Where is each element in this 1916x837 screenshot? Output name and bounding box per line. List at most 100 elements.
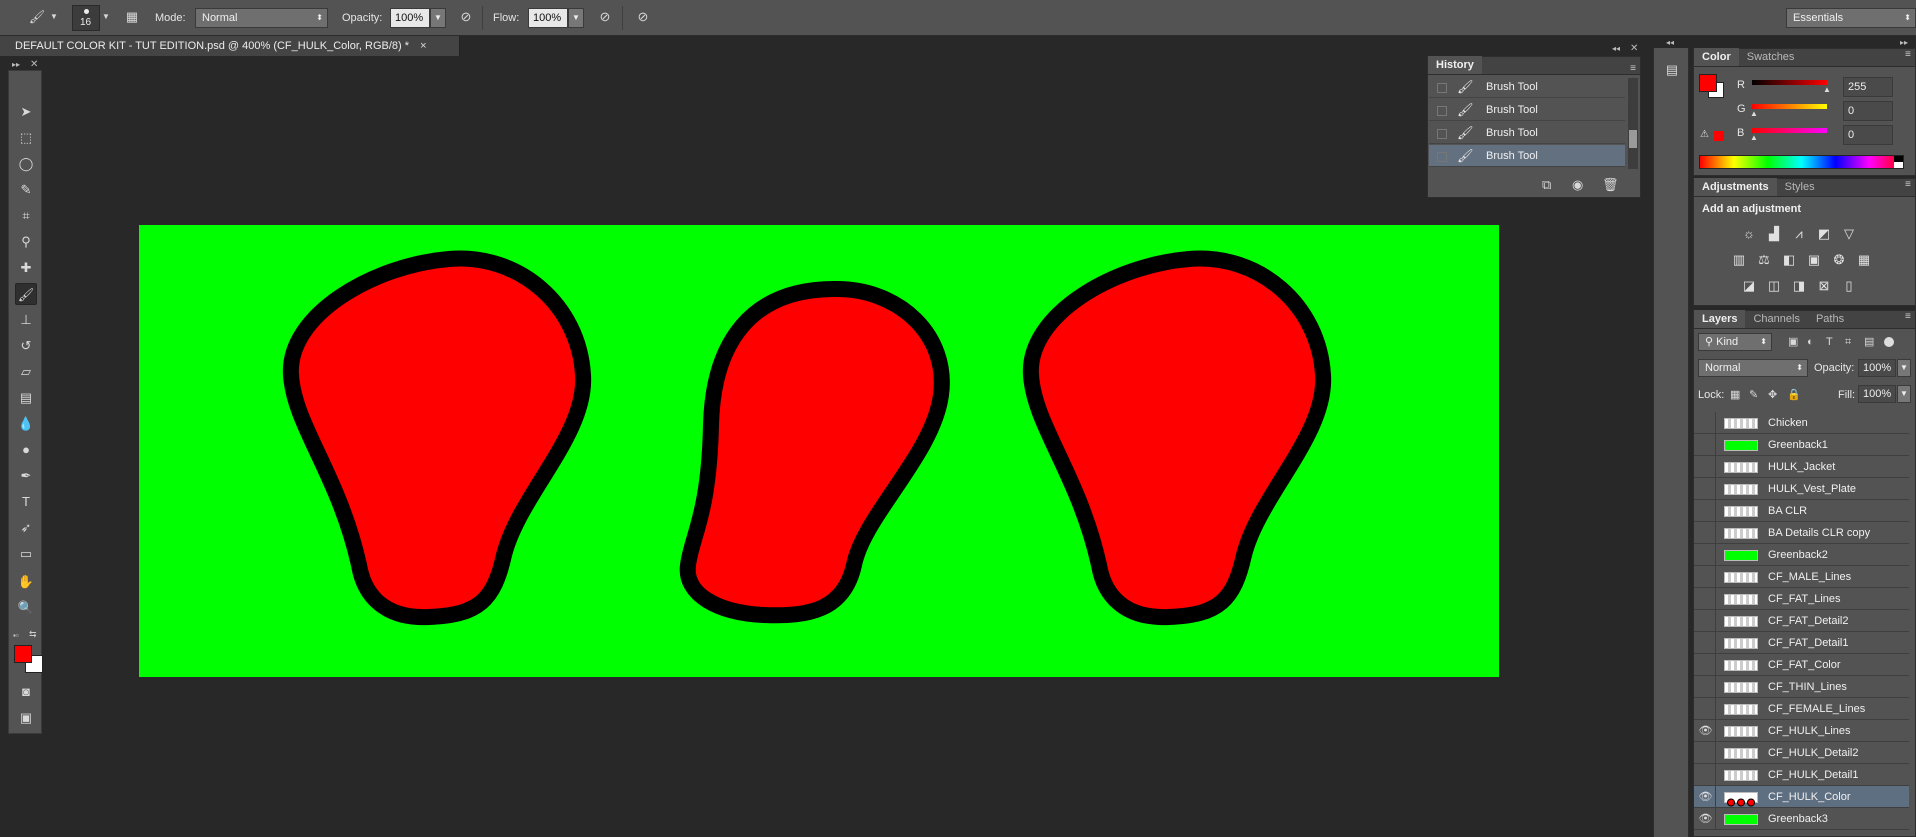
history-collapse-icon[interactable]: ◂◂ bbox=[1612, 44, 1620, 53]
black-white-swatch[interactable] bbox=[1894, 156, 1903, 168]
layer-row[interactable]: CF_HULK_Detail2 bbox=[1694, 742, 1909, 764]
r-value-input[interactable]: 255 bbox=[1843, 77, 1893, 97]
history-close-icon[interactable]: ✕ bbox=[1630, 43, 1638, 54]
filter-kind-select[interactable]: ⚲ Kind ⬍ bbox=[1698, 333, 1772, 351]
panel-menu-icon[interactable]: ≡ bbox=[1905, 49, 1911, 60]
toolbar-close-icon[interactable]: ✕ bbox=[30, 59, 38, 70]
photo-filter-icon[interactable]: ▣ bbox=[1805, 252, 1823, 268]
tab-layers[interactable]: Layers bbox=[1694, 310, 1746, 328]
layer-row-current[interactable]: 👁 CF_HULK_Color bbox=[1694, 786, 1909, 808]
layer-row[interactable]: CF_FEMALE_Lines bbox=[1694, 698, 1909, 720]
levels-icon[interactable]: ▟ bbox=[1765, 226, 1783, 242]
color-lookup-icon[interactable]: ▦ bbox=[1855, 252, 1873, 268]
history-scrollbar[interactable] bbox=[1628, 78, 1638, 169]
layer-row[interactable]: BA Details CLR copy bbox=[1694, 522, 1909, 544]
workspace-select[interactable]: Essentials ⬍ bbox=[1786, 8, 1916, 28]
swap-colors-icon[interactable]: ⇆ bbox=[29, 629, 37, 640]
clone-stamp-tool-icon[interactable]: ⊥ bbox=[15, 309, 37, 331]
visibility-eye-icon[interactable] bbox=[1696, 610, 1716, 631]
layer-row[interactable]: BA CLR bbox=[1694, 500, 1909, 522]
pen-tool-icon[interactable]: ✒ bbox=[15, 465, 37, 487]
screen-mode-icon[interactable]: ▣ bbox=[15, 707, 37, 729]
visibility-eye-icon[interactable] bbox=[1696, 544, 1716, 565]
scrollbar-thumb[interactable] bbox=[1629, 130, 1637, 148]
tab-styles[interactable]: Styles bbox=[1777, 178, 1823, 196]
layer-row[interactable]: CF_THIN_Lines bbox=[1694, 676, 1909, 698]
flow-dropdown-icon[interactable]: ▼ bbox=[568, 8, 584, 28]
camera-icon[interactable]: ◉ bbox=[1572, 177, 1583, 193]
pixel-filter-icon[interactable]: ▣ bbox=[1788, 334, 1798, 350]
type-tool-icon[interactable]: T bbox=[15, 491, 37, 513]
eraser-tool-icon[interactable]: ▱ bbox=[15, 361, 37, 383]
visibility-eye-icon[interactable] bbox=[1696, 676, 1716, 697]
document-tab[interactable]: DEFAULT COLOR KIT - TUT EDITION.psd @ 40… bbox=[0, 36, 460, 56]
invert-icon[interactable]: ◪ bbox=[1740, 278, 1758, 294]
zoom-tool-icon[interactable]: 🔍 bbox=[15, 597, 37, 619]
visibility-eye-icon[interactable]: 👁 bbox=[1696, 786, 1716, 807]
visibility-eye-icon[interactable] bbox=[1696, 654, 1716, 675]
type-filter-icon[interactable]: T bbox=[1826, 334, 1833, 350]
panel-menu-icon[interactable]: ≡ bbox=[1905, 311, 1911, 322]
visibility-eye-icon[interactable] bbox=[1696, 434, 1716, 455]
gradient-map-icon[interactable]: ⊠ bbox=[1815, 278, 1833, 294]
vibrance-icon[interactable]: ▽ bbox=[1840, 226, 1858, 242]
history-item[interactable]: 🖌 Brush Tool bbox=[1429, 76, 1625, 98]
snapshot-checkbox[interactable] bbox=[1437, 152, 1447, 162]
brightness-contrast-icon[interactable]: ☼ bbox=[1740, 226, 1758, 242]
crop-tool-icon[interactable]: ⌗ bbox=[15, 205, 37, 227]
pressure-size-icon[interactable]: ⊘ bbox=[632, 9, 654, 25]
layer-row[interactable]: Greenback1 bbox=[1694, 434, 1909, 456]
history-brush-tool-icon[interactable]: ↺ bbox=[15, 335, 37, 357]
opacity-input[interactable]: 100% bbox=[390, 8, 430, 28]
opacity-dropdown-icon[interactable]: ▼ bbox=[430, 8, 446, 28]
preset-dropdown-icon[interactable]: ▼ bbox=[50, 9, 58, 25]
layer-row[interactable]: CF_HULK_Detail1 bbox=[1694, 764, 1909, 786]
visibility-eye-icon[interactable] bbox=[1696, 522, 1716, 543]
slider-triangle-icon[interactable]: ▲ bbox=[1750, 109, 1758, 118]
healing-brush-tool-icon[interactable]: ✚ bbox=[15, 257, 37, 279]
shape-filter-icon[interactable]: ⌗ bbox=[1845, 334, 1851, 350]
g-value-input[interactable]: 0 bbox=[1843, 101, 1893, 121]
visibility-eye-icon[interactable] bbox=[1696, 632, 1716, 653]
layer-row[interactable]: 👁 CF_HULK_Lines bbox=[1694, 720, 1909, 742]
visibility-eye-icon[interactable] bbox=[1696, 566, 1716, 587]
pressure-opacity-icon[interactable]: ⊘ bbox=[455, 9, 477, 25]
close-tab-icon[interactable]: × bbox=[420, 40, 426, 52]
trash-icon[interactable]: 🗑 bbox=[1602, 177, 1619, 193]
default-colors-icon[interactable]: ▪▫ bbox=[13, 631, 19, 640]
fill-input[interactable]: 100% bbox=[1858, 385, 1896, 403]
visibility-eye-icon[interactable] bbox=[1696, 742, 1716, 763]
layer-row[interactable]: CF_FAT_Detail1 bbox=[1694, 632, 1909, 654]
visibility-eye-icon[interactable] bbox=[1696, 764, 1716, 785]
brush-tool-preset-icon[interactable]: 🖌 bbox=[26, 9, 48, 25]
tab-paths[interactable]: Paths bbox=[1808, 310, 1852, 328]
brush-size-dropdown-icon[interactable]: ▼ bbox=[102, 9, 110, 25]
slider-triangle-icon[interactable]: ▲ bbox=[1823, 85, 1831, 94]
layer-opacity-input[interactable]: 100% bbox=[1858, 359, 1896, 377]
b-slider-track[interactable] bbox=[1752, 128, 1827, 133]
color-spectrum-ramp[interactable] bbox=[1699, 155, 1904, 169]
lock-image-icon[interactable]: ✎ bbox=[1749, 387, 1758, 403]
tab-color[interactable]: Color bbox=[1694, 48, 1739, 66]
threshold-icon[interactable]: ◨ bbox=[1790, 278, 1808, 294]
lock-position-icon[interactable]: ✥ bbox=[1768, 387, 1777, 403]
visibility-eye-icon[interactable] bbox=[1696, 456, 1716, 477]
eyedropper-tool-icon[interactable]: ⚲ bbox=[15, 231, 37, 253]
dodge-tool-icon[interactable]: ● bbox=[15, 439, 37, 461]
hand-tool-icon[interactable]: ✋ bbox=[15, 571, 37, 593]
layer-opacity-dropdown-icon[interactable]: ▼ bbox=[1897, 359, 1911, 377]
visibility-eye-icon[interactable] bbox=[1696, 698, 1716, 719]
gradient-tool-icon[interactable]: ▤ bbox=[15, 387, 37, 409]
color-balance-icon[interactable]: ⚖ bbox=[1755, 252, 1773, 268]
b-value-input[interactable]: 0 bbox=[1843, 125, 1893, 145]
blend-mode-select[interactable]: Normal ⬍ bbox=[1698, 359, 1808, 377]
lock-transparent-icon[interactable]: ▦ bbox=[1730, 387, 1740, 403]
visibility-eye-icon[interactable] bbox=[1696, 478, 1716, 499]
gamut-swatch[interactable] bbox=[1714, 131, 1724, 141]
quick-selection-tool-icon[interactable]: ✎ bbox=[15, 179, 37, 201]
strip-collapse-icon[interactable]: ◂◂ bbox=[1666, 38, 1674, 47]
posterize-icon[interactable]: ◫ bbox=[1765, 278, 1783, 294]
layer-row[interactable]: CF_FAT_Detail2 bbox=[1694, 610, 1909, 632]
quick-mask-icon[interactable]: ◙ bbox=[15, 681, 37, 703]
rectangle-tool-icon[interactable]: ▭ bbox=[15, 543, 37, 565]
